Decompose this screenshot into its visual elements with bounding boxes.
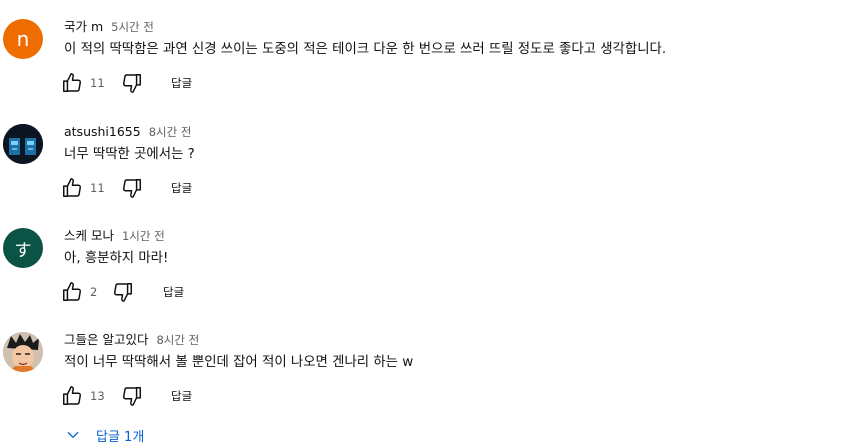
comment-text: 이 적의 딱딱함은 과연 신경 쓰이는 도중의 적은 테이크 다운 한 번으로 …: [64, 42, 667, 57]
avatar-letter: n: [16, 27, 30, 51]
comment-text: 너무 딱딱한 곳에서는 ?: [64, 147, 195, 162]
comment-time[interactable]: 8시간 전: [149, 125, 192, 139]
like-button[interactable]: [60, 176, 84, 200]
thumbs-down-icon: [114, 283, 132, 302]
avatar-image: [3, 332, 43, 372]
dislike-button[interactable]: [120, 71, 144, 95]
comment-actions: 2 답글: [60, 280, 660, 304]
reply-button[interactable]: 답글: [163, 283, 184, 301]
avatar[interactable]: [3, 124, 43, 164]
comment-actions: 13 답글: [60, 384, 660, 408]
comment-header: 그들은 알고있다 8시간 전: [64, 331, 199, 349]
thumbs-down-icon: [123, 179, 141, 198]
avatar[interactable]: [3, 332, 43, 372]
thumbs-up-icon: [63, 73, 81, 92]
reply-button[interactable]: 답글: [171, 387, 192, 405]
avatar-image: [3, 124, 43, 164]
avatar-letter: す: [14, 240, 32, 261]
reply-button[interactable]: 답글: [171, 74, 192, 92]
reply-button[interactable]: 답글: [171, 179, 192, 197]
comment-author[interactable]: 그들은 알고있다: [64, 332, 148, 347]
like-button[interactable]: [60, 71, 84, 95]
thumbs-down-icon: [123, 387, 141, 406]
like-count: 11: [90, 181, 105, 195]
comment-actions: 11 답글: [60, 71, 660, 95]
dislike-button[interactable]: [120, 176, 144, 200]
comment-text: 아, 흥분하지 마라!: [64, 251, 169, 266]
avatar[interactable]: n: [3, 19, 43, 59]
comment-author[interactable]: 스케 모나: [64, 228, 114, 243]
comment-time[interactable]: 1시간 전: [122, 229, 165, 243]
comment-header: 스케 모나 1시간 전: [64, 227, 165, 245]
like-count: 13: [90, 389, 105, 403]
comment-text: 적이 너무 딱딱해서 볼 뿐인데 잡어 적이 나오면 겐나리 하는 w: [64, 355, 414, 370]
avatar[interactable]: す: [3, 228, 43, 268]
comment-author[interactable]: 국가 m: [64, 19, 103, 34]
dislike-button[interactable]: [120, 384, 144, 408]
like-count: 11: [90, 76, 105, 90]
thumbs-up-icon: [63, 386, 81, 405]
like-button[interactable]: [60, 384, 84, 408]
like-count: 2: [90, 285, 98, 299]
comment-time[interactable]: 5시간 전: [111, 20, 154, 34]
thumbs-up-icon: [63, 178, 81, 197]
chevron-down-icon: [67, 432, 79, 438]
thumbs-up-icon: [63, 282, 81, 301]
comment-header: atsushi1655 8시간 전: [64, 123, 191, 141]
thumbs-down-icon: [123, 74, 141, 93]
dislike-button[interactable]: [111, 280, 135, 304]
show-replies-button[interactable]: 답글 1개: [66, 424, 144, 446]
comment-time[interactable]: 8시간 전: [156, 333, 199, 347]
replies-count-label: 답글 1개: [96, 429, 145, 445]
comment-header: 국가 m 5시간 전: [64, 18, 154, 36]
comment-actions: 11 답글: [60, 176, 660, 200]
comment-author[interactable]: atsushi1655: [64, 124, 141, 139]
like-button[interactable]: [60, 280, 84, 304]
